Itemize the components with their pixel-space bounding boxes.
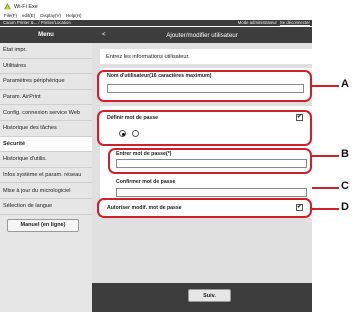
sidebar-item-device-settings[interactable]: Paramètres périphérique xyxy=(0,74,92,90)
callout-label-b: B xyxy=(341,148,349,160)
sidebar: État impr. Utilitaires Paramètres périph… xyxy=(0,43,92,312)
callout-box-b xyxy=(97,110,312,146)
callout-line-b xyxy=(312,155,339,157)
window-title: Wi-Fi Exe xyxy=(14,3,38,10)
sidebar-item-job-history[interactable]: Historique des tâches xyxy=(0,121,92,137)
callout-label-a: A xyxy=(341,78,349,90)
sidebar-item-usage-history[interactable]: Historique d'utilis. xyxy=(0,152,92,168)
sidebar-item-web-service[interactable]: Config. connexion service Web xyxy=(0,105,92,121)
callout-box-a xyxy=(97,70,312,102)
sidebar-item-airprint[interactable]: Param. AirPrint xyxy=(0,90,92,106)
sidebar-item-printer-status[interactable]: État impr. xyxy=(0,43,92,59)
admin-bar: Mode administrateur Se déconnecter xyxy=(0,20,312,26)
sidebar-item-firmware-update[interactable]: Mise à jour du micrologiciel xyxy=(0,183,92,199)
menu-edit[interactable]: edit(E) xyxy=(22,13,35,20)
menu-help[interactable]: Help(H) xyxy=(66,13,82,20)
callout-label-d: D xyxy=(341,201,349,213)
callout-line-d xyxy=(312,208,339,210)
confirm-password-input[interactable] xyxy=(116,188,307,197)
callout-label-c: C xyxy=(341,180,349,192)
menu-display[interactable]: Display(V) xyxy=(40,13,61,20)
menu-file[interactable]: File(F) xyxy=(4,13,17,20)
app-icon xyxy=(4,3,11,10)
app-window: Wi-Fi Exe — ☐ ✕ File(F) edit(E) Display(… xyxy=(0,0,361,312)
title-bar: Wi-Fi Exe — ☐ ✕ xyxy=(0,0,361,13)
callout-line-a xyxy=(312,85,339,87)
page-title: Ajouter/modifier utilisateur xyxy=(92,27,312,43)
sidebar-item-language[interactable]: Sélection de langue xyxy=(0,199,92,215)
menu-bar: File(F) edit(E) Display(V) Help(H) xyxy=(0,13,82,20)
back-button[interactable]: < xyxy=(102,32,106,38)
admin-mode-label: Mode administrateur xyxy=(237,20,277,25)
sidebar-item-system-info[interactable]: Infos système et param. réseau xyxy=(0,168,92,184)
logout-link[interactable]: Se déconnecter xyxy=(280,20,310,26)
sidebar-item-security[interactable]: Sécurité xyxy=(0,136,92,153)
callout-box-d xyxy=(97,198,312,218)
callout-line-c xyxy=(312,187,339,189)
intro-text: Entrez les informations utilisateur. xyxy=(100,49,312,64)
callout-box-c xyxy=(108,148,312,174)
sidebar-item-utilities[interactable]: Utilitaires xyxy=(0,59,92,75)
sidebar-header: Menu xyxy=(0,27,92,43)
online-manual-button[interactable]: Manuel (en ligne) xyxy=(7,218,79,232)
confirm-password-label: Confirmer mot de passe xyxy=(116,179,176,185)
next-button[interactable]: Suiv. xyxy=(188,289,231,302)
